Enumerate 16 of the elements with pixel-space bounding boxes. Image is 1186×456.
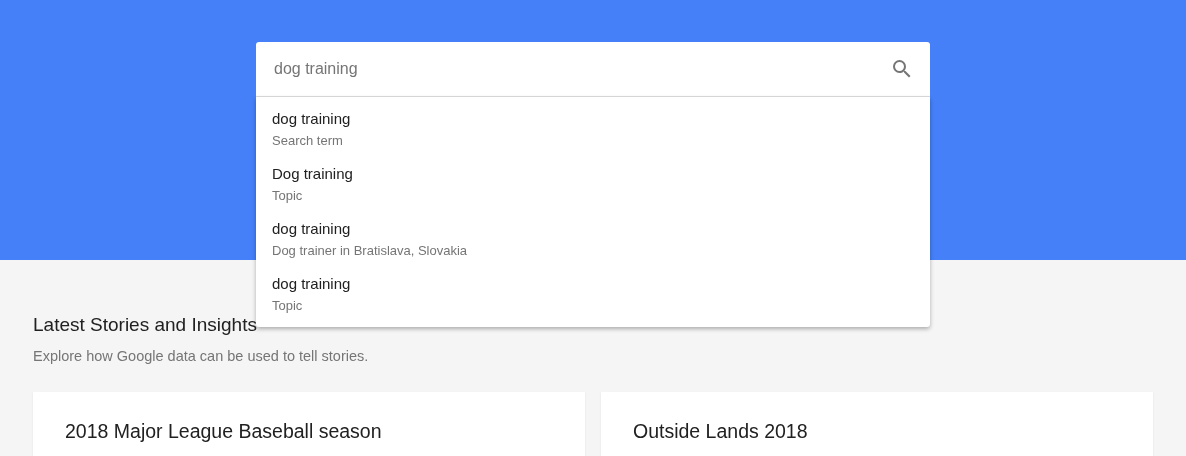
story-card[interactable]: Outside Lands 2018 <box>601 392 1153 456</box>
suggestion-title[interactable]: dog training <box>272 109 351 127</box>
suggestion-title[interactable]: dog training <box>272 219 351 237</box>
section-subtitle: Explore how Google data can be used to tell stories. <box>33 348 370 364</box>
card-title: Outside Lands 2018 <box>633 420 808 442</box>
suggestion-title[interactable]: Dog training <box>272 164 353 182</box>
suggestion-title[interactable]: dog training <box>272 274 351 292</box>
suggestion-type: Topic <box>272 297 303 313</box>
suggestion-type: Dog trainer in Bratislava, Slovakia <box>272 242 468 258</box>
section-title: Latest Stories and Insights <box>33 314 257 336</box>
suggestion-type: Topic <box>272 187 303 203</box>
search-field[interactable]: dog training <box>272 59 890 79</box>
search-bar[interactable]: dog training <box>256 42 930 97</box>
suggestion-type: Search term <box>272 132 343 148</box>
card-title: 2018 Major League Baseball season <box>65 420 382 442</box>
story-card[interactable]: 2018 Major League Baseball season <box>33 392 585 456</box>
